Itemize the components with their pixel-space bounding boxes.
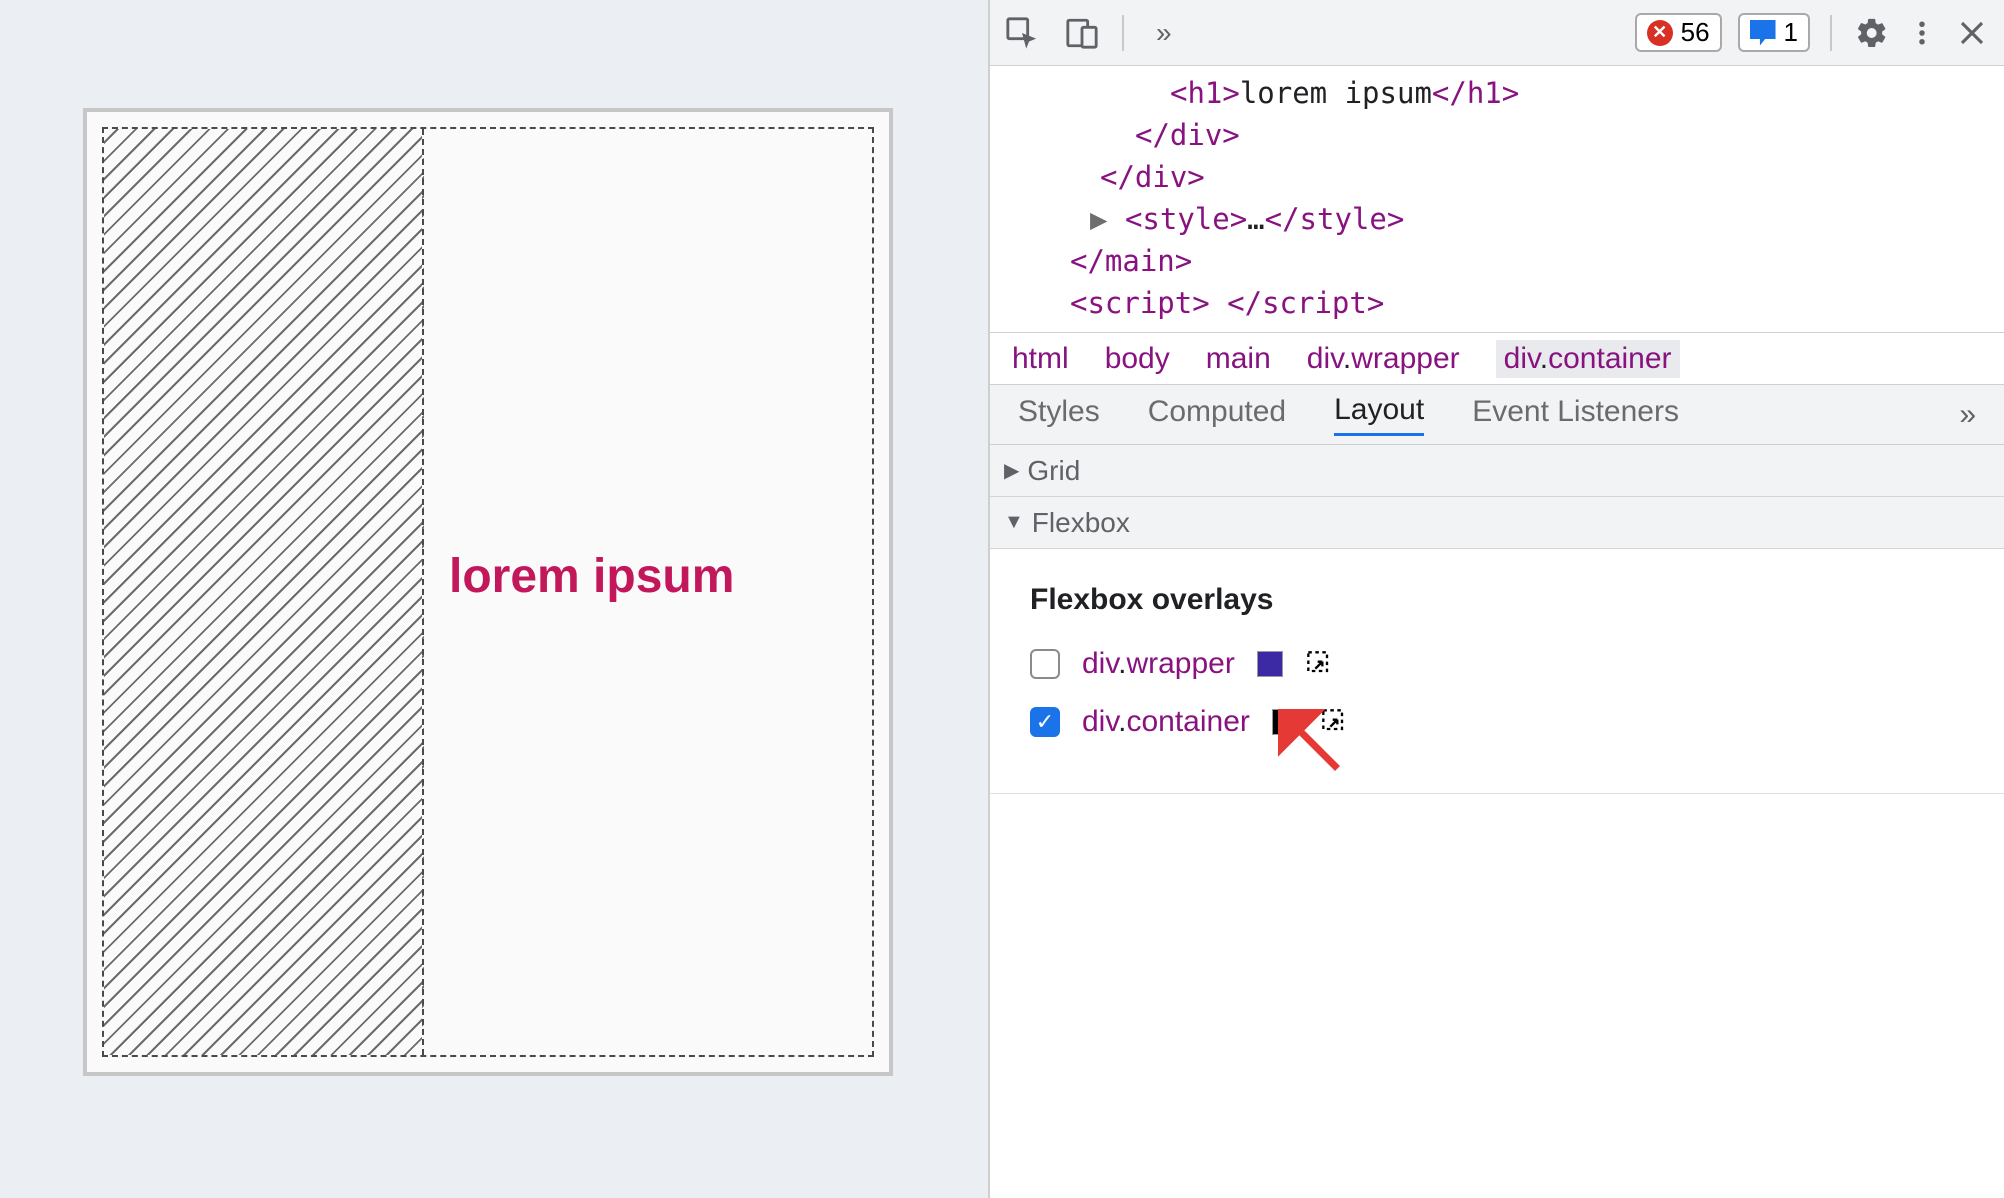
- dom-line[interactable]: </div>: [990, 114, 2004, 156]
- annotation-arrow-icon: [1278, 709, 1348, 779]
- sidebar-tabs: Styles Computed Layout Event Listeners »: [990, 385, 2004, 445]
- preview-canvas: lorem ipsum: [83, 108, 893, 1076]
- overlay-row-container: ✓ div.container: [1030, 705, 1964, 739]
- devtools-panel: » ✕ 56 1 <h1>lorem ipsum</h1> <: [988, 0, 2004, 1198]
- toolbar-divider: [1830, 15, 1832, 51]
- message-icon: [1750, 20, 1776, 46]
- overlay-row-wrapper: div.wrapper: [1030, 647, 1964, 681]
- device-toolbar-icon[interactable]: [1062, 13, 1102, 53]
- section-grid-title: Grid: [1027, 455, 1080, 487]
- messages-badge[interactable]: 1: [1738, 13, 1810, 52]
- devtools-toolbar: » ✕ 56 1: [990, 0, 2004, 66]
- collapsed-triangle-icon: ▶: [1004, 458, 1019, 483]
- expanded-triangle-icon: ▼: [1004, 511, 1024, 534]
- breadcrumb-item-html[interactable]: html: [1012, 342, 1069, 376]
- overlay-checkbox-wrapper[interactable]: [1030, 649, 1060, 679]
- section-flexbox-header[interactable]: ▼ Flexbox: [990, 497, 2004, 549]
- tab-styles[interactable]: Styles: [1018, 395, 1100, 435]
- section-grid-header[interactable]: ▶ Grid: [990, 445, 2004, 497]
- dom-line[interactable]: ▶ <style>…</style>: [990, 198, 2004, 240]
- rendered-page-preview: lorem ipsum: [0, 0, 988, 1198]
- flex-overlay-hatched-item: [104, 129, 424, 1055]
- overlay-checkbox-container[interactable]: ✓: [1030, 707, 1060, 737]
- close-devtools-icon[interactable]: [1952, 13, 1992, 53]
- overlay-label-wrapper[interactable]: div.wrapper: [1082, 647, 1235, 681]
- tab-layout[interactable]: Layout: [1334, 393, 1424, 436]
- toolbar-divider: [1122, 15, 1124, 51]
- breadcrumb-item-main[interactable]: main: [1206, 342, 1271, 376]
- breadcrumb-item-wrapper[interactable]: div.wrapper: [1307, 342, 1460, 376]
- errors-count: 56: [1681, 17, 1710, 48]
- elements-dom-tree[interactable]: <h1>lorem ipsum</h1> </div> </div> ▶ <st…: [990, 66, 2004, 333]
- inspect-element-icon[interactable]: [1002, 13, 1042, 53]
- dom-breadcrumb: html body main div.wrapper div.container: [990, 333, 2004, 385]
- dom-line[interactable]: </main>: [990, 240, 2004, 282]
- settings-gear-icon[interactable]: [1852, 13, 1892, 53]
- tab-event-listeners[interactable]: Event Listeners: [1472, 395, 1679, 435]
- section-flexbox-title: Flexbox: [1032, 507, 1130, 539]
- dom-line[interactable]: <h1>lorem ipsum</h1>: [990, 72, 2004, 114]
- preview-heading: lorem ipsum: [449, 549, 734, 604]
- flex-overlay-container: lorem ipsum: [102, 127, 874, 1057]
- more-menu-icon[interactable]: [1902, 13, 1942, 53]
- breadcrumb-item-container[interactable]: div.container: [1496, 340, 1680, 378]
- reveal-in-elements-icon[interactable]: [1305, 649, 1335, 679]
- breadcrumb-item-body[interactable]: body: [1105, 342, 1170, 376]
- errors-badge[interactable]: ✕ 56: [1635, 13, 1722, 52]
- more-sidebar-tabs-icon[interactable]: »: [1959, 398, 1976, 432]
- tab-computed[interactable]: Computed: [1148, 395, 1286, 435]
- error-icon: ✕: [1647, 20, 1673, 46]
- more-tabs-icon[interactable]: »: [1144, 17, 1184, 49]
- dom-line[interactable]: <script> </script>: [990, 282, 2004, 324]
- dom-line[interactable]: </div>: [990, 156, 2004, 198]
- flexbox-overlays-heading: Flexbox overlays: [1030, 583, 1964, 617]
- overlay-label-container[interactable]: div.container: [1082, 705, 1250, 739]
- overlay-color-swatch-wrapper[interactable]: [1257, 651, 1283, 677]
- messages-count: 1: [1784, 17, 1798, 48]
- flexbox-panel-body: Flexbox overlays div.wrapper ✓ div.conta…: [990, 549, 2004, 794]
